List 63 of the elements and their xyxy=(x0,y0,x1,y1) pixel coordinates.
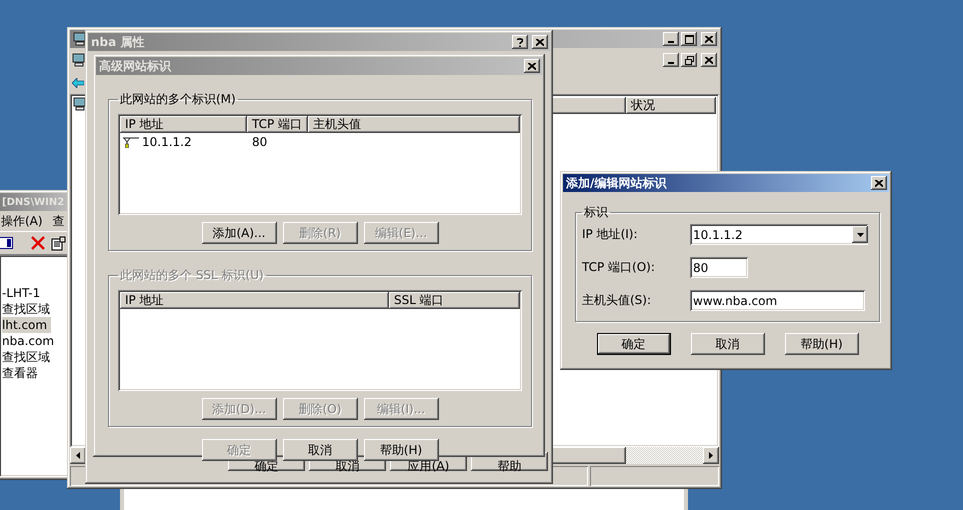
input-field[interactable]: www.nba.com xyxy=(690,290,865,311)
close-icon xyxy=(705,36,713,42)
help-icon xyxy=(517,38,523,46)
window-title: 添加/编辑网站标识 xyxy=(566,174,666,192)
tree-item[interactable]: 查找区域 xyxy=(2,349,54,365)
window-title: [DNS\WIN2 xyxy=(2,196,64,208)
column-header[interactable]: 状况 xyxy=(626,97,716,114)
close-icon xyxy=(705,56,713,64)
dialog-button[interactable]: 帮助(H) xyxy=(364,439,438,461)
scroll-right-button[interactable] xyxy=(703,447,719,464)
dialog-button[interactable]: 取消 xyxy=(690,333,764,355)
close-button[interactable] xyxy=(524,59,540,73)
field-label: 主机头值(S): xyxy=(582,292,652,309)
help-button[interactable] xyxy=(512,35,528,49)
dialog-button[interactable]: 确定 xyxy=(596,333,670,355)
group-label: 此网站的多个 SSL 标识(U) xyxy=(119,267,265,284)
dialog-button[interactable]: 添加(A)... xyxy=(202,222,276,244)
menu-item[interactable]: 查 xyxy=(52,212,65,230)
list-view[interactable]: IP 地址 TCP 端口 主机头值 10.1.1.2 80 xyxy=(118,114,522,215)
group-label: 此网站的多个标识(M) xyxy=(119,91,237,108)
column-header[interactable] xyxy=(551,97,626,114)
list-cell: 10.1.1.2 xyxy=(142,135,192,149)
left-arrow-icon xyxy=(76,452,80,459)
close-icon xyxy=(536,38,544,46)
column-header[interactable]: IP 地址 xyxy=(120,116,247,133)
restore-button[interactable] xyxy=(681,53,697,67)
maximize-icon xyxy=(684,34,694,44)
window-title: nba 属性 xyxy=(91,34,144,50)
close-button[interactable] xyxy=(701,53,717,67)
column-header[interactable]: 主机头值 xyxy=(308,116,520,133)
right-arrow-icon xyxy=(709,452,713,459)
close-button[interactable] xyxy=(701,32,717,46)
dialog-button[interactable]: 取消 xyxy=(282,439,358,461)
maximize-button[interactable] xyxy=(681,32,697,46)
properties-icon[interactable] xyxy=(51,236,66,250)
close-icon xyxy=(875,180,883,186)
restore-icon xyxy=(684,56,694,64)
delete-icon[interactable] xyxy=(31,236,45,250)
ip-dropdown[interactable]: 10.1.1.2 xyxy=(690,224,868,245)
tree-item[interactable]: 查找区域 xyxy=(2,301,54,317)
close-button[interactable] xyxy=(871,176,887,190)
minimize-button[interactable] xyxy=(663,53,679,67)
tree-item[interactable]: nba.com xyxy=(2,333,58,349)
tree-item[interactable]: lht.com xyxy=(2,317,52,333)
back-arrow-icon[interactable] xyxy=(72,78,84,88)
menu-item[interactable]: 操作(A) xyxy=(1,212,43,230)
network-icon xyxy=(122,136,140,148)
minimize-button[interactable] xyxy=(663,32,679,46)
scroll-left-button[interactable] xyxy=(70,447,86,464)
input-field[interactable]: 80 xyxy=(690,257,748,278)
dropdown-arrow-icon xyxy=(856,232,864,236)
tree-item[interactable]: -LHT-1 xyxy=(2,285,44,301)
list-cell-text: 80 xyxy=(251,135,268,149)
tree-item[interactable]: 查看器 xyxy=(2,365,42,381)
close-button[interactable] xyxy=(532,35,548,49)
column-header[interactable]: TCP 端口 xyxy=(247,116,308,133)
field-label: TCP 端口(O): xyxy=(582,259,656,276)
group-label: 标识 xyxy=(583,204,609,221)
window-title: 高级网站标识 xyxy=(99,58,171,74)
dialog-button[interactable]: 帮助(H) xyxy=(784,333,858,355)
panel-icon[interactable] xyxy=(0,237,13,249)
close-icon xyxy=(528,62,536,70)
field-label: IP 地址(I): xyxy=(582,226,639,243)
